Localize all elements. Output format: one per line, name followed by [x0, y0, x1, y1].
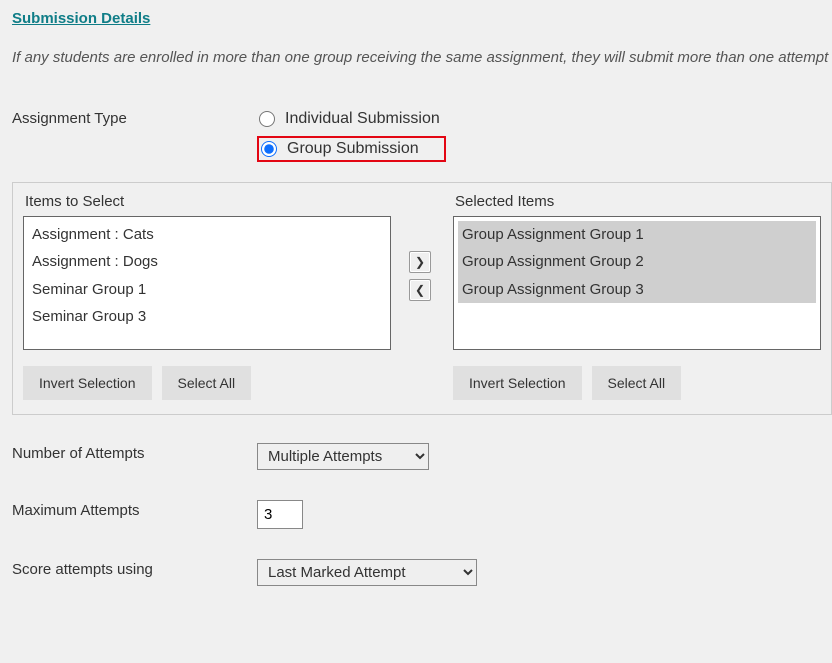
info-text: If any students are enrolled in more tha… [12, 47, 832, 68]
list-item[interactable]: Assignment : Cats [28, 221, 386, 248]
list-item[interactable]: Assignment : Dogs [28, 248, 386, 275]
transfer-buttons: ❯ ❮ [409, 193, 435, 301]
list-item[interactable]: Group Assignment Group 2 [458, 248, 816, 275]
radio-individual-input[interactable] [259, 111, 275, 127]
radio-group-label: Group Submission [287, 140, 419, 158]
left-select-all-button[interactable]: Select All [162, 366, 252, 400]
section-title[interactable]: Submission Details [12, 10, 832, 27]
list-item[interactable]: Group Assignment Group 1 [458, 221, 816, 248]
list-item[interactable]: Seminar Group 3 [28, 303, 386, 330]
radio-group[interactable]: Group Submission [257, 136, 446, 162]
radio-individual-label: Individual Submission [285, 110, 440, 128]
items-to-select-title: Items to Select [23, 193, 391, 210]
score-attempts-select[interactable]: Last Marked Attempt [257, 559, 477, 586]
selected-items-panel: Selected Items Group Assignment Group 1 … [453, 193, 821, 400]
maximum-attempts-input[interactable] [257, 500, 303, 529]
move-right-button[interactable]: ❯ [409, 251, 431, 273]
move-left-button[interactable]: ❮ [409, 279, 431, 301]
left-invert-selection-button[interactable]: Invert Selection [23, 366, 152, 400]
assignment-type-label: Assignment Type [12, 108, 257, 127]
assignment-type-radio-group: Individual Submission Group Submission [257, 108, 446, 162]
items-to-select-panel: Items to Select Assignment : Cats Assign… [23, 193, 391, 400]
right-select-all-button[interactable]: Select All [592, 366, 682, 400]
number-of-attempts-select[interactable]: Multiple Attempts [257, 443, 429, 470]
right-invert-selection-button[interactable]: Invert Selection [453, 366, 582, 400]
selected-items-list[interactable]: Group Assignment Group 1 Group Assignmen… [453, 216, 821, 350]
number-of-attempts-label: Number of Attempts [12, 443, 257, 462]
maximum-attempts-label: Maximum Attempts [12, 500, 257, 519]
radio-group-input[interactable] [261, 141, 277, 157]
score-attempts-label: Score attempts using [12, 559, 257, 578]
items-to-select-list[interactable]: Assignment : Cats Assignment : Dogs Semi… [23, 216, 391, 350]
radio-individual[interactable]: Individual Submission [257, 108, 446, 130]
selected-items-title: Selected Items [453, 193, 821, 210]
dual-list-box: Items to Select Assignment : Cats Assign… [12, 182, 832, 415]
chevron-right-icon: ❯ [415, 255, 425, 269]
list-item[interactable]: Group Assignment Group 3 [458, 276, 816, 303]
list-item[interactable]: Seminar Group 1 [28, 276, 386, 303]
chevron-left-icon: ❮ [415, 283, 425, 297]
